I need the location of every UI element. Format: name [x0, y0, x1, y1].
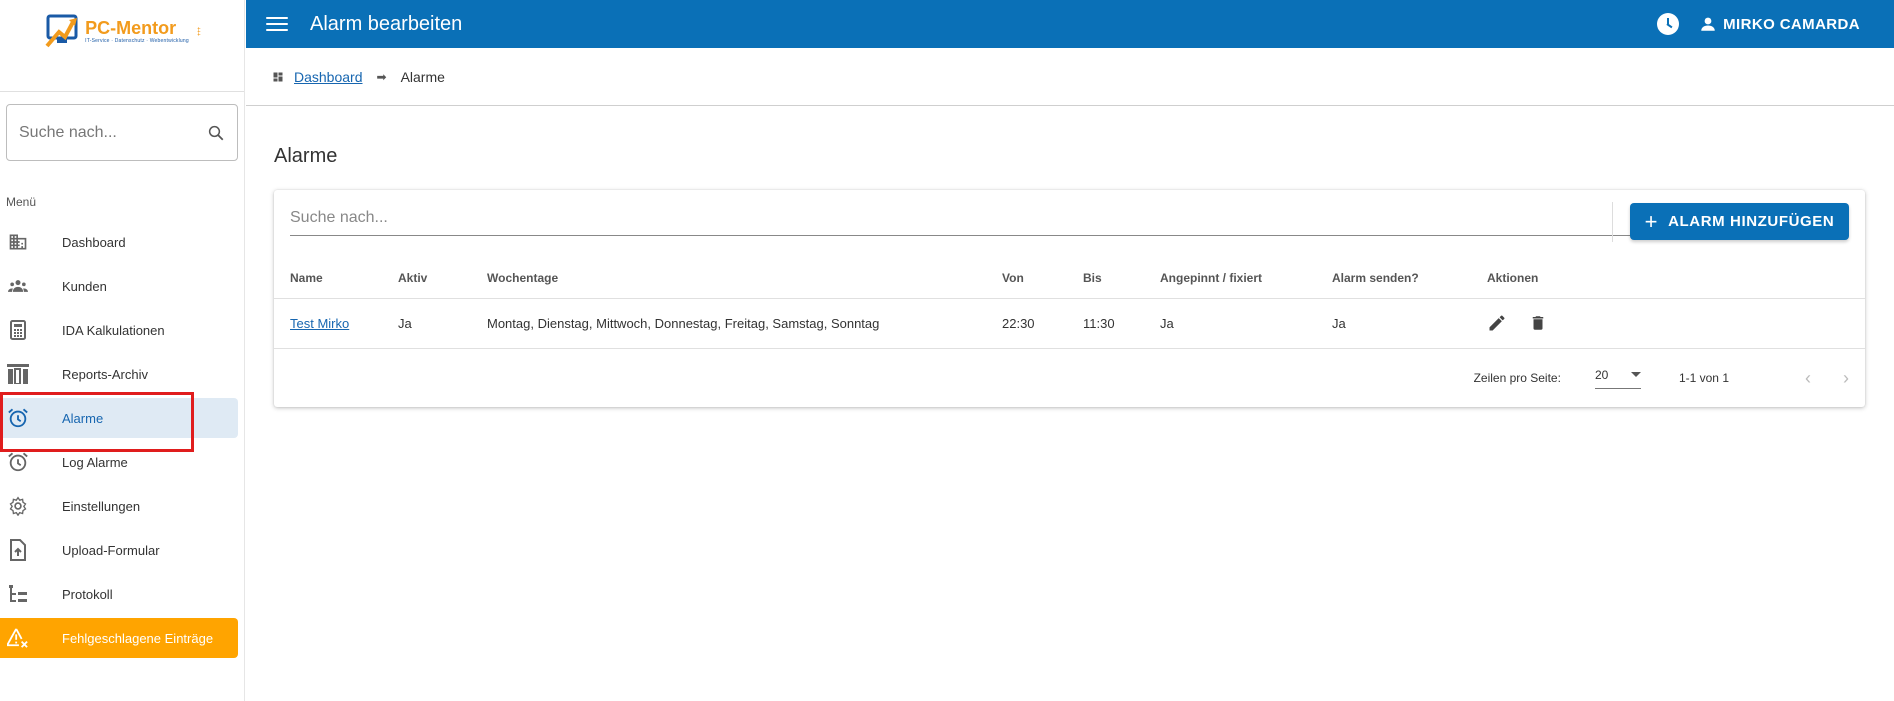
group-icon [6, 274, 30, 298]
divider [1612, 202, 1613, 242]
sidebar-item-label: Dashboard [62, 234, 126, 250]
column-header-alarm-senden[interactable]: Alarm senden? [1316, 258, 1471, 299]
building-icon [6, 230, 30, 254]
cell-wochentage: Montag, Dienstag, Mittwoch, Donnestag, F… [471, 298, 986, 349]
logo[interactable]: PC-Mentor IT-Service · Datenschutz · Web… [43, 12, 201, 50]
column-header-von[interactable]: Von [986, 258, 1067, 299]
search-icon[interactable] [207, 124, 225, 142]
edit-icon[interactable] [1487, 313, 1507, 333]
column-header-angepinnt[interactable]: Angepinnt / fixiert [1144, 258, 1316, 299]
alarm-icon [6, 450, 30, 474]
sidebar-item-label: Einstellungen [62, 498, 141, 514]
add-alarm-label: ALARM HINZUFÜGEN [1668, 213, 1835, 230]
table-row: Test Mirko Ja Montag, Dienstag, Mittwoch… [274, 298, 1865, 349]
rows-per-page-select[interactable]: 20 [1594, 367, 1641, 389]
sidebar-item-fehlgeschlagene-eintraege[interactable]: Fehlgeschlagene Einträge [0, 618, 238, 658]
row-actions [1487, 313, 1865, 333]
logo-side-text: +++ [194, 26, 201, 36]
dashboard-icon [273, 72, 283, 81]
sidebar-item-label: Log Alarme [62, 454, 128, 470]
user-menu-button[interactable]: MIRKO CAMARDA [1699, 15, 1860, 33]
rows-per-page-label: Zeilen pro Seite: [1473, 371, 1561, 385]
logo-area: PC-Mentor IT-Service · Datenschutz · Web… [0, 0, 244, 92]
column-header-bis[interactable]: Bis [1067, 258, 1144, 299]
breadcrumb: Dashboard ➡ Alarme [246, 48, 1894, 106]
arrow-right-icon: ➡ [376, 69, 387, 84]
pagination-range: 1-1 von 1 [1678, 371, 1729, 385]
column-header-wochentage[interactable]: Wochentage [471, 258, 986, 299]
sidebar-item-einstellungen[interactable]: Einstellungen [0, 486, 238, 526]
cell-angepinnt: Ja [1144, 298, 1316, 349]
rows-per-page-value: 20 [1594, 367, 1609, 382]
logo-title: PC-Mentor [85, 18, 177, 38]
alarms-card: + ALARM HINZUFÜGEN Name Aktiv Wochentage… [274, 190, 1865, 407]
sidebar-item-label: Protokoll [62, 586, 113, 602]
column-header-aktionen: Aktionen [1471, 258, 1865, 299]
user-icon [1701, 17, 1715, 31]
sidebar-menu: Dashboard Kunden IDA Kalkulationen Repor… [0, 222, 244, 658]
alarms-table: Name Aktiv Wochentage Von Bis Angepinnt … [274, 258, 1865, 349]
breadcrumb-current: Alarme [400, 68, 445, 85]
sidebar-item-log-alarme[interactable]: Log Alarme [0, 442, 238, 482]
sidebar-item-reports-archiv[interactable]: Reports-Archiv [0, 354, 238, 394]
warning-icon [6, 626, 30, 650]
menu-toggle-icon[interactable] [266, 17, 288, 31]
sidebar-item-ida-kalkulationen[interactable]: IDA Kalkulationen [0, 310, 238, 350]
sidebar-item-upload-formular[interactable]: Upload-Formular [0, 530, 238, 570]
sidebar-item-protokoll[interactable]: Protokoll [0, 574, 238, 614]
top-app-bar: Alarm bearbeiten MIRKO CAMARDA [246, 0, 1894, 48]
alarm-icon [6, 406, 30, 430]
sidebar: PC-Mentor IT-Service · Datenschutz · Web… [0, 0, 245, 701]
page-title: Alarme [274, 145, 338, 167]
sidebar-item-dashboard[interactable]: Dashboard [0, 222, 238, 262]
calculator-icon [6, 318, 30, 342]
add-alarm-button[interactable]: + ALARM HINZUFÜGEN [1630, 203, 1849, 240]
sidebar-search [6, 104, 238, 161]
sidebar-search-input[interactable] [19, 123, 179, 142]
plus-icon: + [1644, 208, 1659, 234]
cell-bis: 11:30 [1067, 298, 1144, 349]
logo-subtitle: IT-Service · Datenschutz · Webentwicklun… [85, 38, 189, 44]
cell-aktiv: Ja [382, 298, 471, 349]
sidebar-item-label: Alarme [62, 410, 104, 426]
breadcrumb-dashboard-link[interactable]: Dashboard [294, 69, 363, 85]
cell-von: 22:30 [986, 298, 1067, 349]
clock-icon[interactable] [1657, 13, 1680, 35]
chevron-down-icon [1630, 372, 1641, 377]
sidebar-item-label: Reports-Archiv [62, 366, 148, 382]
chevron-left-icon[interactable]: ‹ [1805, 368, 1811, 389]
delete-icon[interactable] [1529, 313, 1547, 333]
sidebar-item-label: IDA Kalkulationen [62, 322, 165, 338]
sidebar-item-label: Kunden [62, 278, 107, 294]
alarm-name-link[interactable]: Test Mirko [290, 316, 349, 331]
upload-file-icon [6, 538, 30, 562]
chevron-right-icon[interactable]: › [1843, 368, 1849, 389]
menu-label: Menü [6, 195, 37, 209]
column-header-name[interactable]: Name [274, 258, 382, 299]
column-header-aktiv[interactable]: Aktiv [382, 258, 471, 299]
tree-icon [6, 582, 30, 606]
table-pagination: Zeilen pro Seite: 20 1-1 von 1 ‹ › [274, 349, 1865, 407]
sidebar-item-kunden[interactable]: Kunden [0, 266, 238, 306]
sidebar-item-label: Upload-Formular [62, 542, 160, 558]
table-search-input[interactable] [290, 208, 1671, 227]
user-name: MIRKO CAMARDA [1723, 15, 1860, 33]
page-header-title: Alarm bearbeiten [310, 12, 463, 35]
cell-alarm-senden: Ja [1316, 298, 1471, 349]
gear-icon [6, 494, 30, 518]
logo-mark-icon [45, 14, 78, 48]
sidebar-item-label: Fehlgeschlagene Einträge [62, 630, 214, 646]
table-header-row: Name Aktiv Wochentage Von Bis Angepinnt … [274, 258, 1865, 299]
archive-icon [6, 362, 30, 386]
top-bar-actions: MIRKO CAMARDA [1657, 0, 1860, 48]
table-search [290, 200, 1671, 236]
sidebar-item-alarme[interactable]: Alarme [0, 392, 238, 452]
